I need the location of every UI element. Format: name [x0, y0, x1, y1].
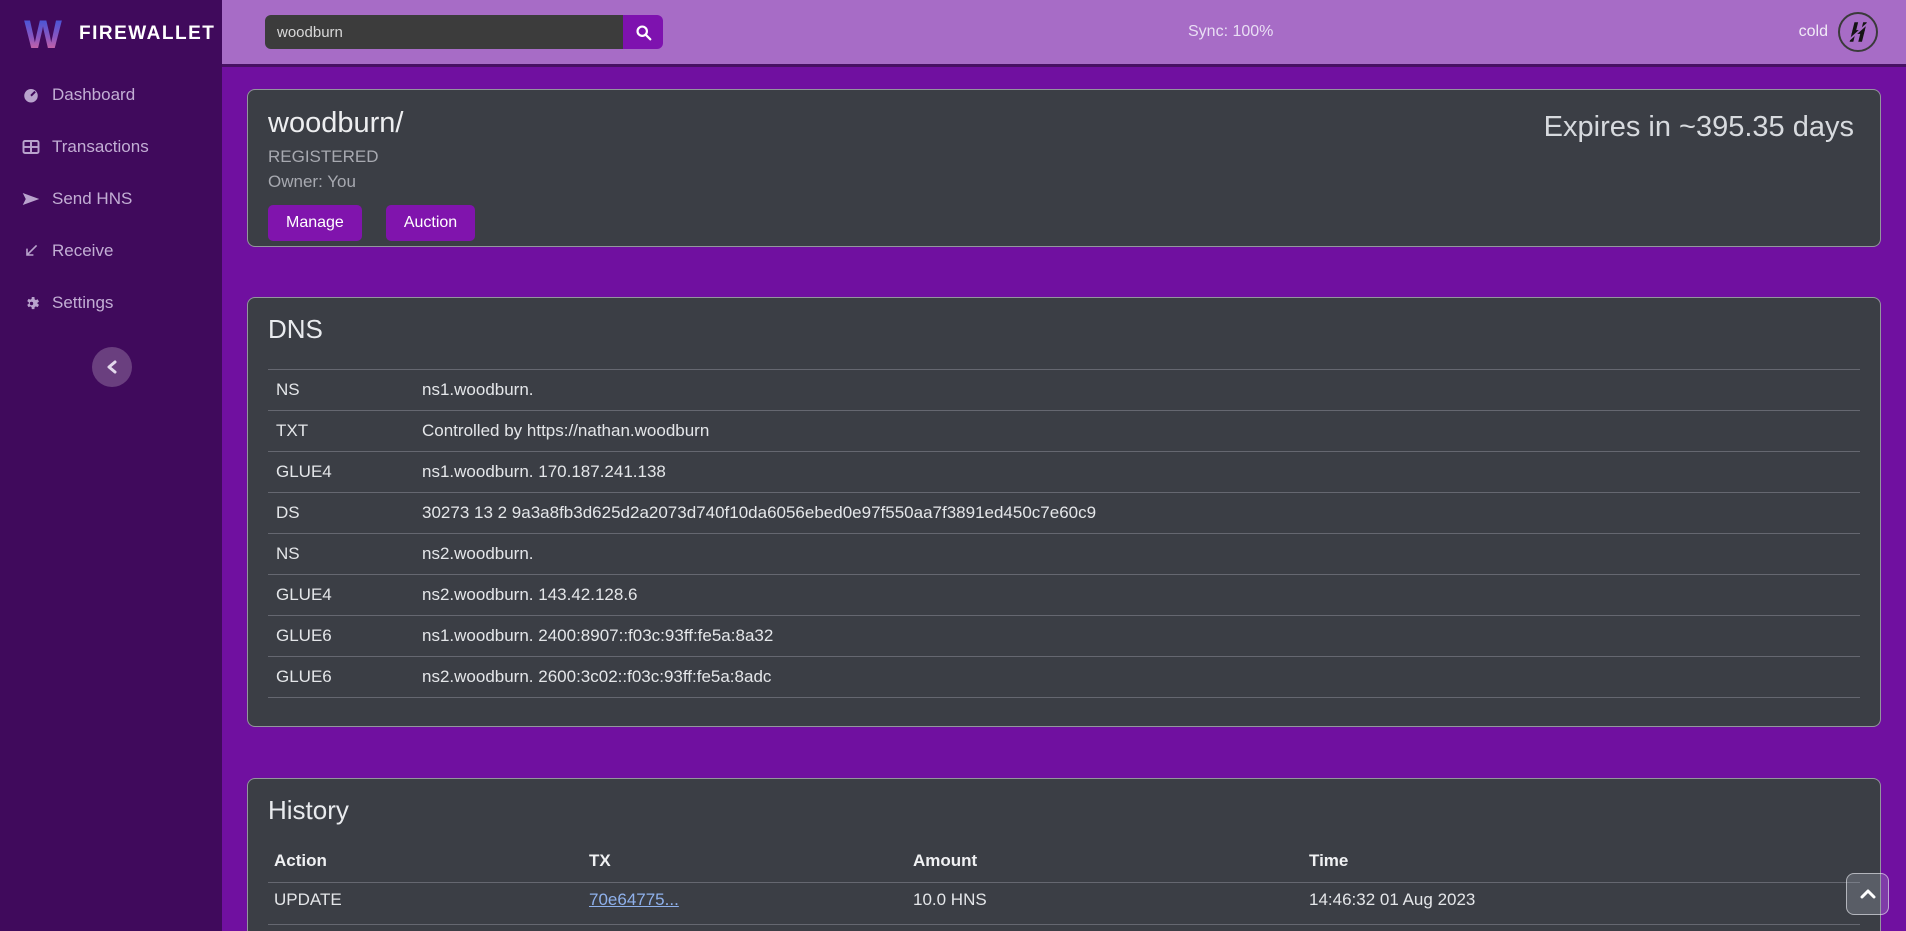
history-action: UPDATE — [268, 882, 583, 924]
tx-link[interactable]: 70e64775... — [589, 890, 679, 909]
dns-record-type: NS — [268, 370, 414, 411]
table-row: RENEW 472bd8a6... 10.0 HNS 15:45:36 07 J… — [268, 924, 1860, 931]
dns-record-row: GLUE6 ns2.woodburn. 2600:3c02::f03c:93ff… — [268, 657, 1860, 698]
send-icon — [20, 190, 42, 208]
dns-record-value: 30273 13 2 9a3a8fb3d625d2a2073d740f10da6… — [414, 493, 1860, 534]
history-card: History Action TX Amount Time UPDATE 70e… — [247, 778, 1881, 931]
sidebar-nav: Dashboard Transactions Send HNS — [0, 69, 222, 329]
history-amount: 10.0 HNS — [907, 882, 1303, 924]
table-icon — [20, 138, 42, 156]
search-button[interactable] — [623, 15, 663, 49]
domain-status: REGISTERED — [268, 147, 1854, 167]
dns-record-type: GLUE4 — [268, 452, 414, 493]
sync-status: Sync: 100% — [1188, 0, 1273, 64]
sidebar-item-dashboard[interactable]: Dashboard — [0, 69, 222, 121]
app-logo[interactable]: W FIREWALLET — [0, 0, 222, 67]
dns-record-value: ns1.woodburn. 170.187.241.138 — [414, 452, 1860, 493]
topbar: Sync: 100% cold — [222, 0, 1906, 67]
history-time: 14:46:32 01 Aug 2023 — [1303, 882, 1860, 924]
firewallet-logo-icon: W — [20, 11, 66, 57]
app-name: FIREWALLET — [79, 23, 215, 45]
handshake-logo-icon[interactable] — [1838, 12, 1878, 52]
dns-record-value: ns1.woodburn. — [414, 370, 1860, 411]
dns-record-type: NS — [268, 534, 414, 575]
manage-button[interactable]: Manage — [268, 205, 362, 241]
gear-icon — [20, 294, 42, 312]
dns-record-row: GLUE6 ns1.woodburn. 2400:8907::f03c:93ff… — [268, 616, 1860, 657]
dns-record-type: GLUE6 — [268, 616, 414, 657]
history-col-action: Action — [268, 840, 583, 882]
history-col-time: Time — [1303, 840, 1860, 882]
search-input[interactable] — [265, 15, 623, 49]
svg-text:W: W — [24, 13, 62, 57]
dns-record-type: DS — [268, 493, 414, 534]
dns-record-value: ns2.woodburn. 2600:3c02::f03c:93ff:fe5a:… — [414, 657, 1860, 698]
receive-arrow-icon — [20, 242, 42, 260]
sidebar-item-label: Dashboard — [52, 85, 135, 105]
dns-record-value: ns2.woodburn. — [414, 534, 1860, 575]
dns-record-value: ns1.woodburn. 2400:8907::f03c:93ff:fe5a:… — [414, 616, 1860, 657]
dns-record-row: NS ns2.woodburn. — [268, 534, 1860, 575]
sidebar-item-label: Settings — [52, 293, 113, 313]
sidebar-item-label: Send HNS — [52, 189, 132, 209]
main-content: woodburn/ REGISTERED Owner: You Manage A… — [222, 67, 1906, 931]
history-col-amount: Amount — [907, 840, 1303, 882]
dns-title: DNS — [268, 314, 1860, 345]
search-icon — [635, 24, 652, 41]
search-group — [265, 15, 663, 49]
history-amount: 10.0 HNS — [907, 924, 1303, 931]
speedometer-icon — [20, 86, 42, 104]
sidebar-item-send-hns[interactable]: Send HNS — [0, 173, 222, 225]
dns-table: NS ns1.woodburn. TXT Controlled by https… — [268, 369, 1860, 698]
sidebar-collapse-button[interactable] — [92, 347, 132, 387]
history-header-row: Action TX Amount Time — [268, 840, 1860, 882]
wallet-mode-label: cold — [1799, 23, 1828, 41]
dns-record-type: TXT — [268, 411, 414, 452]
dns-record-row: GLUE4 ns1.woodburn. 170.187.241.138 — [268, 452, 1860, 493]
dns-record-row: NS ns1.woodburn. — [268, 370, 1860, 411]
sidebar: W FIREWALLET Dashboard Transactions — [0, 0, 222, 931]
domain-owner: Owner: You — [268, 172, 1854, 192]
dns-card: DNS NS ns1.woodburn. TXT Controlled by h… — [247, 297, 1881, 727]
sidebar-item-settings[interactable]: Settings — [0, 277, 222, 329]
table-row: UPDATE 70e64775... 10.0 HNS 14:46:32 01 … — [268, 882, 1860, 924]
scroll-top-button[interactable] — [1846, 873, 1889, 915]
history-title: History — [268, 795, 1860, 826]
history-table: Action TX Amount Time UPDATE 70e64775...… — [268, 840, 1860, 931]
dns-record-value: ns2.woodburn. 143.42.128.6 — [414, 575, 1860, 616]
wallet-status-group: cold — [1799, 0, 1878, 64]
history-action: RENEW — [268, 924, 583, 931]
history-col-tx: TX — [583, 840, 907, 882]
sidebar-item-transactions[interactable]: Transactions — [0, 121, 222, 173]
expires-label: Expires in ~395.35 days — [1544, 111, 1854, 144]
history-time: 15:45:36 07 Jul 2023 — [1303, 924, 1860, 931]
sidebar-item-receive[interactable]: Receive — [0, 225, 222, 277]
auction-button[interactable]: Auction — [386, 205, 475, 241]
dns-record-value: Controlled by https://nathan.woodburn — [414, 411, 1860, 452]
sidebar-item-label: Receive — [52, 241, 113, 261]
chevron-left-icon — [106, 360, 118, 374]
chevron-up-icon — [1860, 889, 1876, 899]
dns-record-row: DS 30273 13 2 9a3a8fb3d625d2a2073d740f10… — [268, 493, 1860, 534]
dns-record-row: TXT Controlled by https://nathan.woodbur… — [268, 411, 1860, 452]
dns-record-type: GLUE4 — [268, 575, 414, 616]
dns-record-type: GLUE6 — [268, 657, 414, 698]
sidebar-item-label: Transactions — [52, 137, 149, 157]
dns-record-row: GLUE4 ns2.woodburn. 143.42.128.6 — [268, 575, 1860, 616]
domain-card: woodburn/ REGISTERED Owner: You Manage A… — [247, 89, 1881, 247]
